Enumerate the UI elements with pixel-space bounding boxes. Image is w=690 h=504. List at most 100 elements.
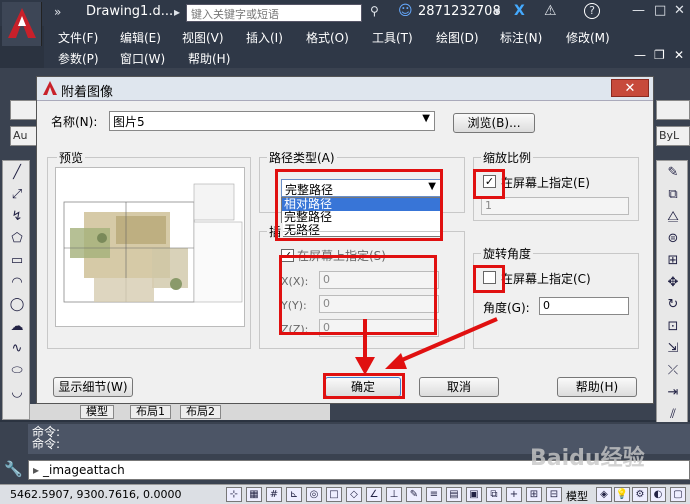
help-icon[interactable]: ?: [584, 3, 600, 19]
tab-model[interactable]: 模型: [80, 405, 114, 419]
mirror-icon[interactable]: ⧋: [663, 209, 683, 227]
document-title: Drawing1.d...: [86, 4, 174, 19]
rotate-icon[interactable]: ↻: [663, 297, 683, 315]
polar-icon[interactable]: ◎: [306, 487, 322, 502]
copy-icon[interactable]: ⧉: [663, 187, 683, 205]
grid-display-icon[interactable]: ▦: [246, 487, 262, 502]
scale-input[interactable]: 1: [481, 197, 629, 215]
stretch-icon[interactable]: ⇲: [663, 341, 683, 359]
menu-bar: 文件(F) 编辑(E) 视图(V) 插入(I) 格式(O) 工具(T) 绘图(D…: [44, 26, 690, 68]
menu-edit[interactable]: 编辑(E): [120, 29, 161, 46]
revision-cloud-icon[interactable]: ☁: [7, 319, 27, 337]
array-icon[interactable]: ⊞: [663, 253, 683, 271]
minimize-icon[interactable]: —: [632, 3, 645, 18]
bulb-icon[interactable]: 💡: [614, 487, 630, 502]
preview-image: [55, 167, 245, 327]
binoculars-icon[interactable]: ⚲: [370, 4, 379, 18]
menu-modify[interactable]: 修改(M): [566, 29, 610, 46]
menu-view[interactable]: 视图(V): [182, 29, 224, 46]
dropdown-icon[interactable]: ▾: [494, 4, 500, 18]
scale-label: 缩放比例: [481, 149, 534, 166]
quick-access-icon[interactable]: »: [54, 5, 61, 19]
menu-tools[interactable]: 工具(T): [372, 29, 413, 46]
close-icon[interactable]: ✕: [674, 3, 685, 18]
fullscreen-icon[interactable]: ▢: [670, 487, 686, 502]
dialog-title-bar[interactable]: 附着图像 ✕: [37, 77, 653, 101]
annotation-monitor-icon[interactable]: +: [506, 487, 522, 502]
scale-icon[interactable]: ⊡: [663, 319, 683, 337]
tab-layout1[interactable]: 布局1: [130, 405, 171, 419]
browse-button[interactable]: 浏览(B)...: [453, 113, 535, 133]
search-input[interactable]: 键入关键字或短语: [186, 4, 362, 22]
menu-draw[interactable]: 绘图(D): [436, 29, 479, 46]
lineweight-icon[interactable]: ≡: [426, 487, 442, 502]
model-label[interactable]: 模型: [566, 488, 588, 504]
osnap-icon[interactable]: □: [326, 487, 342, 502]
wrench-icon[interactable]: 🔧: [4, 460, 23, 478]
name-select[interactable]: 图片5 ▼: [109, 111, 435, 131]
security-icon[interactable]: ⚠: [544, 3, 557, 19]
workspace-icon[interactable]: ⚙: [632, 487, 648, 502]
properties-toolbar[interactable]: [656, 100, 690, 120]
selection-cycling-icon[interactable]: ⧉: [486, 487, 502, 502]
snap-icon[interactable]: ⊹: [226, 487, 242, 502]
user-id[interactable]: 2871232708: [418, 4, 501, 19]
3d-osnap-icon[interactable]: ◇: [346, 487, 362, 502]
arc-icon[interactable]: ◠: [7, 275, 27, 293]
scale-onscreen-label: 在屏幕上指定(E): [501, 176, 590, 190]
menu-file[interactable]: 文件(F): [58, 29, 98, 46]
offset-icon[interactable]: ⊜: [663, 231, 683, 249]
attach-image-dialog: 附着图像 ✕ 名称(N): 图片5 ▼ 浏览(B)... 预览 路径类型(A) …: [36, 76, 654, 404]
ellipse-icon[interactable]: ⬭: [7, 363, 27, 381]
quick-properties-icon[interactable]: ▣: [466, 487, 482, 502]
move-icon[interactable]: ✥: [663, 275, 683, 293]
doc-close-icon[interactable]: ✕: [674, 48, 684, 62]
view-icon[interactable]: ⊟: [546, 487, 562, 502]
menu-insert[interactable]: 插入(I): [246, 29, 283, 46]
dialog-close-button[interactable]: ✕: [611, 79, 649, 97]
polygon-icon[interactable]: ⬠: [7, 231, 27, 249]
dyn-icon[interactable]: ✎: [406, 487, 422, 502]
show-details-button[interactable]: 显示细节(W): [53, 377, 133, 397]
maximize-icon[interactable]: □: [654, 3, 666, 18]
autocad-logo-icon[interactable]: [2, 2, 42, 46]
user-icon[interactable]: ☺: [398, 3, 413, 19]
layout-icon[interactable]: ⊞: [526, 487, 542, 502]
title-bar: » Drawing1.d... ▸ 键入关键字或短语 ⚲ ☺ 287123270…: [0, 0, 690, 26]
rectangle-icon[interactable]: ▭: [7, 253, 27, 271]
ellipse-arc-icon[interactable]: ◡: [7, 385, 27, 403]
menu-help[interactable]: 帮助(H): [188, 50, 230, 67]
grid-icon[interactable]: #: [266, 487, 282, 502]
extend-icon[interactable]: ⇥: [663, 385, 683, 403]
angle-input[interactable]: 0: [539, 297, 629, 315]
angle-label: 角度(G):: [483, 301, 530, 315]
transparency-icon[interactable]: ▤: [446, 487, 462, 502]
help-button[interactable]: 帮助(H): [557, 377, 637, 397]
erase-icon[interactable]: ✎: [663, 165, 683, 183]
construction-line-icon[interactable]: ⤢: [7, 187, 27, 205]
polyline-icon[interactable]: ↯: [7, 209, 27, 227]
status-bar: 5462.5907, 9300.7616, 0.0000 ⊹ ▦ # ⊾ ◎ □…: [0, 484, 690, 504]
menu-dimension[interactable]: 标注(N): [500, 29, 542, 46]
dialog-title: 附着图像: [61, 85, 114, 100]
ortho-icon[interactable]: ⊾: [286, 487, 302, 502]
line-icon[interactable]: ╱: [7, 165, 27, 183]
menu-window[interactable]: 窗口(W): [120, 50, 165, 67]
lock-icon[interactable]: ◈: [596, 487, 612, 502]
name-value: 图片5: [113, 115, 145, 129]
doc-minimize-icon[interactable]: —: [634, 48, 646, 62]
spline-icon[interactable]: ∿: [7, 341, 27, 359]
menu-format[interactable]: 格式(O): [306, 29, 349, 46]
ducs-icon[interactable]: ⊥: [386, 487, 402, 502]
exchange-icon[interactable]: X: [514, 3, 525, 19]
otrack-icon[interactable]: ∠: [366, 487, 382, 502]
tab-layout2[interactable]: 布局2: [180, 405, 221, 419]
trim-icon[interactable]: ⤫: [663, 363, 683, 381]
doc-restore-icon[interactable]: ❐: [654, 48, 665, 62]
play-icon[interactable]: ▸: [174, 5, 180, 19]
isolate-icon[interactable]: ◐: [650, 487, 666, 502]
bylayer-dropdown[interactable]: ByL: [656, 126, 690, 146]
menu-parametric[interactable]: 参数(P): [58, 50, 99, 67]
cancel-button[interactable]: 取消: [419, 377, 499, 397]
circle-icon[interactable]: ◯: [7, 297, 27, 315]
